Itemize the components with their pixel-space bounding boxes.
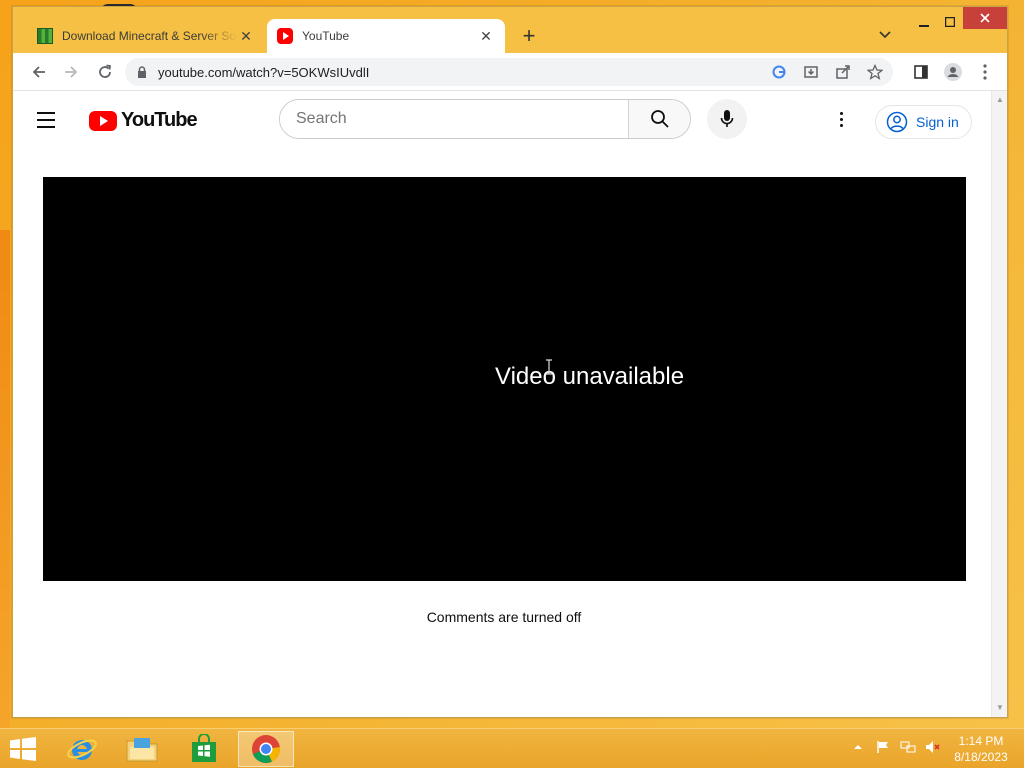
maximize-button[interactable]: [939, 7, 961, 37]
network-icon[interactable]: [900, 739, 916, 755]
google-icon[interactable]: [769, 62, 789, 82]
windows-logo-icon: [10, 737, 36, 761]
close-tab-icon[interactable]: ✕: [477, 27, 495, 45]
tab-youtube[interactable]: YouTube ✕: [267, 19, 505, 53]
tab-search-chevron-icon[interactable]: [875, 25, 895, 45]
address-bar[interactable]: youtube.com/watch?v=5OKWsIUvdlI: [125, 58, 893, 86]
lock-icon[interactable]: [137, 65, 149, 79]
youtube-logo-text: YouTube: [121, 109, 198, 131]
back-arrow-icon[interactable]: [27, 60, 51, 84]
search-input[interactable]: [280, 100, 628, 138]
page-scrollbar[interactable]: ▲ ▼: [991, 91, 1007, 717]
search-button[interactable]: [628, 100, 690, 138]
clock-date: 8/18/2023: [954, 750, 1008, 764]
sign-in-button[interactable]: Sign in: [875, 105, 972, 139]
video-unavailable-message: Video unavailable: [495, 363, 685, 390]
show-hidden-icons-arrow-icon[interactable]: [850, 739, 866, 755]
install-app-icon[interactable]: [801, 62, 821, 82]
side-panel-icon[interactable]: [909, 60, 933, 84]
video-player[interactable]: Video unavailable: [43, 177, 966, 581]
volume-muted-icon[interactable]: [925, 739, 941, 755]
browser-window: Download Minecraft & Server So ✕ YouTube…: [12, 6, 1008, 718]
microphone-icon: [720, 110, 734, 127]
bookmark-star-icon[interactable]: [865, 62, 885, 82]
browser-menu-icon[interactable]: [973, 60, 997, 84]
youtube-icon: [277, 28, 293, 44]
hamburger-menu-icon[interactable]: [37, 108, 61, 132]
windows-store-app[interactable]: [176, 731, 232, 767]
browser-toolbar: youtube.com/watch?v=5OKWsIUvdlI: [13, 53, 1007, 91]
settings-more-icon[interactable]: [829, 107, 853, 131]
tab-title: YouTube: [302, 29, 350, 43]
share-icon[interactable]: [833, 62, 853, 82]
chrome-app[interactable]: [238, 731, 294, 767]
tab-strip: Download Minecraft & Server So ✕ YouTube…: [13, 7, 1007, 53]
minecraft-icon: [37, 28, 53, 44]
reload-icon[interactable]: [93, 60, 117, 84]
comments-status: Comments are turned off: [426, 609, 582, 625]
voice-search-button[interactable]: [707, 99, 747, 139]
youtube-logo[interactable]: YouTube: [89, 109, 198, 132]
start-button[interactable]: [6, 735, 40, 763]
youtube-page: YouTube Sign in Video unavailable Commen…: [13, 91, 991, 717]
youtube-play-icon: [89, 110, 117, 131]
file-explorer-app[interactable]: [114, 731, 170, 767]
system-tray: [850, 739, 941, 755]
close-tab-icon[interactable]: ✕: [237, 27, 255, 45]
text-cursor-icon: [546, 359, 552, 375]
action-center-flag-icon[interactable]: [875, 739, 891, 755]
internet-explorer-app[interactable]: [54, 731, 110, 767]
youtube-header: YouTube Sign in: [13, 91, 991, 147]
chrome-icon: [252, 735, 281, 763]
search-icon: [650, 110, 669, 128]
search-box: [279, 99, 691, 139]
folder-icon: [126, 738, 158, 762]
store-bag-icon: [192, 734, 216, 762]
profile-avatar-icon[interactable]: [941, 60, 965, 84]
forward-arrow-icon[interactable]: [59, 60, 83, 84]
taskbar: 1:14 PM 8/18/2023: [0, 728, 1024, 768]
new-tab-button[interactable]: +: [517, 23, 541, 48]
clock-time: 1:14 PM: [958, 734, 1004, 748]
sign-in-label: Sign in: [916, 114, 959, 130]
scroll-up-arrow-icon[interactable]: ▲: [995, 95, 1005, 105]
minimize-button[interactable]: [913, 7, 935, 37]
tab-minecraft[interactable]: Download Minecraft & Server So ✕: [27, 19, 265, 53]
taskbar-clock[interactable]: 1:14 PM 8/18/2023: [944, 733, 1018, 765]
url-text[interactable]: youtube.com/watch?v=5OKWsIUvdlI: [158, 65, 369, 80]
scroll-down-arrow-icon[interactable]: ▼: [995, 703, 1005, 713]
desktop-background-sliver: [0, 230, 10, 730]
account-circle-icon: [886, 111, 908, 133]
internet-explorer-icon: [67, 739, 97, 760]
close-window-button[interactable]: [963, 7, 1007, 29]
tab-title: Download Minecraft & Server So: [62, 29, 237, 43]
